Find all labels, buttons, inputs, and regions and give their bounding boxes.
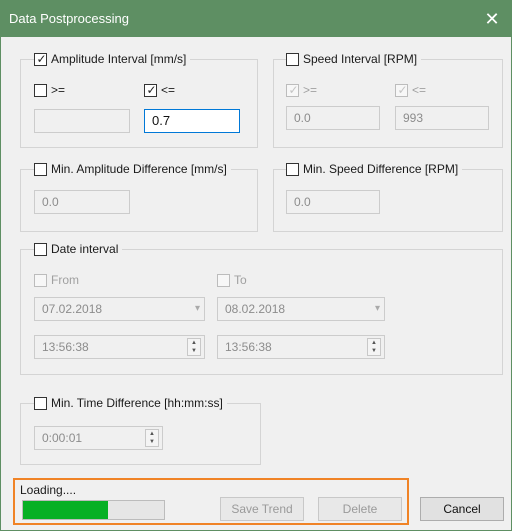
speed-ge-label: >= — [303, 83, 318, 97]
min-speed-difference-checkbox[interactable]: Min. Speed Difference [RPM] — [286, 161, 463, 177]
check-icon: ✓ — [146, 82, 157, 97]
title-bar[interactable]: Data Postprocessing ✕ — [1, 1, 511, 37]
spin-down-icon[interactable]: ▼ — [188, 347, 200, 355]
amplitude-ge-input[interactable] — [34, 109, 130, 133]
date-to-checkbox[interactable]: To — [217, 272, 251, 288]
date-interval-label: Date interval — [51, 242, 119, 256]
min-amplitude-difference-input[interactable]: 0.0 — [34, 190, 130, 214]
amplitude-le-label: <= — [161, 83, 176, 97]
spin-down-icon[interactable]: ▼ — [368, 347, 380, 355]
cancel-button[interactable]: Cancel — [420, 497, 504, 521]
check-icon: ✓ — [288, 82, 299, 97]
speed-interval-label: Speed Interval [RPM] — [303, 52, 418, 66]
date-to-label: To — [234, 273, 247, 287]
amplitude-ge-label: >= — [51, 83, 66, 97]
amplitude-le-checkbox[interactable]: ✓ <= — [144, 82, 180, 98]
progress-fill — [23, 501, 108, 519]
speed-interval-group — [273, 59, 503, 148]
min-speed-difference-label: Min. Speed Difference [RPM] — [303, 162, 459, 176]
from-time-value: 13:56:38 — [42, 340, 89, 354]
spin-up-icon[interactable]: ▲ — [368, 339, 380, 347]
amplitude-ge-checkbox[interactable]: >= — [34, 82, 70, 98]
speed-interval-checkbox[interactable]: Speed Interval [RPM] — [286, 51, 422, 67]
spin-up-icon[interactable]: ▲ — [146, 430, 158, 438]
speed-le-input[interactable]: 993 — [395, 106, 489, 130]
speed-ge-checkbox[interactable]: ✓ >= — [286, 82, 322, 98]
amplitude-le-input[interactable]: 0.7 — [144, 109, 240, 133]
amplitude-interval-group — [20, 59, 258, 148]
min-amplitude-difference-checkbox[interactable]: Min. Amplitude Difference [mm/s] — [34, 161, 231, 177]
spin-down-icon[interactable]: ▼ — [146, 438, 158, 446]
check-icon: ✓ — [397, 82, 408, 97]
dialog-window: Data Postprocessing ✕ ✓ Amplitude Interv… — [0, 0, 512, 531]
speed-ge-input[interactable]: 0.0 — [286, 106, 380, 130]
from-time-input[interactable]: 13:56:38 ▲ ▼ — [34, 335, 205, 359]
min-speed-difference-input[interactable]: 0.0 — [286, 190, 380, 214]
date-from-label: From — [51, 273, 79, 287]
calendar-dropdown-icon[interactable]: ▾ — [360, 302, 380, 316]
check-icon: ✓ — [36, 51, 47, 66]
date-from-checkbox[interactable]: From — [34, 272, 83, 288]
to-time-input[interactable]: 13:56:38 ▲ ▼ — [217, 335, 385, 359]
date-interval-checkbox[interactable]: Date interval — [34, 241, 123, 257]
time-spinner[interactable]: ▲ ▼ — [367, 338, 381, 356]
speed-le-checkbox[interactable]: ✓ <= — [395, 82, 431, 98]
loading-text: Loading.... — [20, 483, 77, 497]
loading-progress-bar — [22, 500, 165, 520]
to-date-picker[interactable]: 08.02.2018 ▾ — [217, 297, 385, 321]
min-time-difference-input[interactable]: 0:00:01 ▲ ▼ — [34, 426, 163, 450]
amplitude-interval-checkbox[interactable]: ✓ Amplitude Interval [mm/s] — [34, 51, 191, 67]
to-date-value: 08.02.2018 — [225, 302, 286, 316]
close-icon[interactable]: ✕ — [473, 1, 511, 37]
delete-button[interactable]: Delete — [318, 497, 402, 521]
min-amplitude-difference-label: Min. Amplitude Difference [mm/s] — [51, 162, 227, 176]
from-date-value: 07.02.2018 — [42, 302, 103, 316]
time-spinner[interactable]: ▲ ▼ — [187, 338, 201, 356]
min-time-difference-label: Min. Time Difference [hh:mm:ss] — [51, 396, 223, 410]
window-title: Data Postprocessing — [9, 11, 129, 26]
save-trend-button[interactable]: Save Trend — [220, 497, 304, 521]
from-date-picker[interactable]: 07.02.2018 ▾ — [34, 297, 205, 321]
min-time-difference-checkbox[interactable]: Min. Time Difference [hh:mm:ss] — [34, 395, 227, 411]
speed-le-label: <= — [412, 83, 427, 97]
amplitude-interval-label: Amplitude Interval [mm/s] — [51, 52, 187, 66]
time-spinner[interactable]: ▲ ▼ — [145, 429, 159, 447]
min-time-difference-value: 0:00:01 — [42, 431, 83, 445]
spin-up-icon[interactable]: ▲ — [188, 339, 200, 347]
calendar-dropdown-icon[interactable]: ▾ — [180, 302, 200, 316]
to-time-value: 13:56:38 — [225, 340, 272, 354]
